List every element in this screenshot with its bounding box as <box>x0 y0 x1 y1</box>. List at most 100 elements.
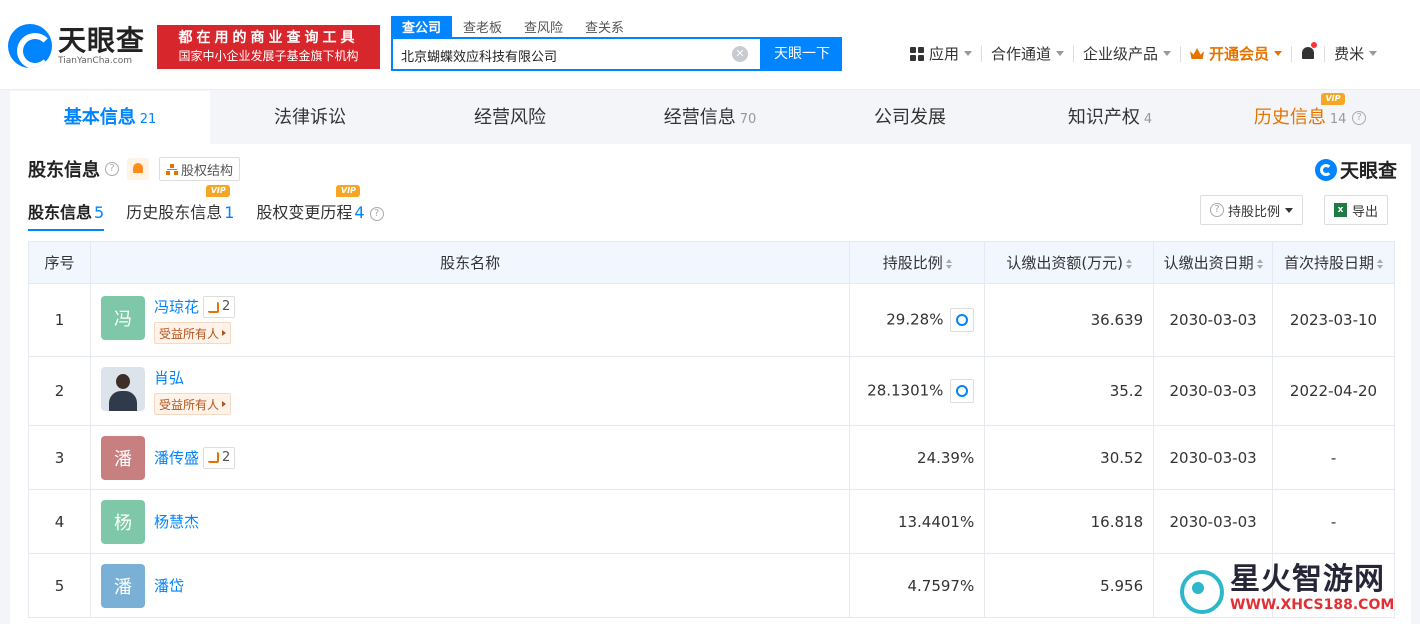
col-first-date[interactable]: 首次持股日期 <box>1272 241 1395 284</box>
col-ratio[interactable]: 持股比例 <box>849 241 986 284</box>
equity-structure-button[interactable]: 股权结构 <box>159 157 241 181</box>
tab-operation[interactable]: 经营信息 70 <box>610 91 810 144</box>
equity-structure-label: 股权结构 <box>181 163 234 179</box>
holding-ratio: 29.28% <box>886 310 944 329</box>
tab-count: 14 <box>1329 112 1347 127</box>
subtab-count: 4 <box>354 203 365 222</box>
tab-basic-info[interactable]: 基本信息 21 <box>10 91 210 144</box>
subscribed-date: 2030-03-03 <box>1153 425 1274 490</box>
col-date[interactable]: 认缴出资日期 <box>1153 241 1274 284</box>
tab-history[interactable]: VIP 历史信息 14 ? <box>1210 91 1410 144</box>
avatar[interactable]: 杨 <box>100 499 145 544</box>
tab-legal[interactable]: 法律诉讼 <box>210 91 410 144</box>
row-index: 3 <box>28 425 91 490</box>
ratio-filter-label: 持股比例 <box>1228 204 1281 220</box>
shareholder-name-link[interactable]: 杨慧杰 <box>154 511 199 533</box>
relation-count: 2 <box>221 449 231 465</box>
chevron-down-icon <box>964 51 973 56</box>
sort-icon[interactable] <box>1126 258 1133 269</box>
site-logo[interactable]: 天眼查 TianYanCha.com <box>8 24 145 68</box>
avatar[interactable]: 冯 <box>100 296 145 340</box>
ratio-filter-button[interactable]: ? 持股比例 <box>1200 195 1304 225</box>
pie-chart-icon[interactable] <box>950 308 975 332</box>
row-index: 4 <box>28 489 91 554</box>
col-index: 序号 <box>28 241 91 284</box>
shareholder-name-link[interactable]: 冯琼花 <box>154 296 199 318</box>
chevron-down-icon <box>1056 51 1065 56</box>
section-title-text: 股东信息 <box>28 160 100 181</box>
col-date-label: 认缴出资日期 <box>1163 254 1254 272</box>
tab-label: 经营风险 <box>474 107 546 128</box>
beneficiary-label: 受益所有人 <box>158 326 219 341</box>
nav-enterprise[interactable]: 企业级产品 <box>1083 43 1172 64</box>
subtab-label: 历史股东信息 <box>126 203 223 222</box>
subtab-shareholders[interactable]: 股东信息 5 <box>28 199 105 231</box>
tab-count: 21 <box>139 112 157 127</box>
shareholder-name-link[interactable]: 潘传盛 <box>154 447 199 469</box>
beneficiary-tag[interactable]: 受益所有人 <box>153 322 231 344</box>
shareholder-name-link[interactable]: 肖弘 <box>154 367 184 389</box>
nav-apps[interactable]: 应用 <box>910 43 973 64</box>
first-holding-date: 2023-03-10 <box>1272 283 1395 357</box>
tab-development[interactable]: 公司发展 <box>810 91 1010 144</box>
row-index: 2 <box>28 356 91 426</box>
nav-apps-label: 应用 <box>929 45 960 63</box>
watermark-title: 星火智游网 <box>1230 562 1385 597</box>
search-tab-boss[interactable]: 查老板 <box>452 16 513 37</box>
vip-badge: VIP <box>206 185 231 197</box>
search-button[interactable]: 天眼一下 <box>762 37 842 71</box>
help-icon[interactable]: ? <box>369 206 384 221</box>
relation-count: 2 <box>221 299 231 314</box>
user-menu[interactable]: 费米 <box>1334 43 1378 64</box>
avatar[interactable]: 潘 <box>100 435 145 480</box>
relation-button[interactable]: 2 <box>202 446 236 469</box>
tab-ip[interactable]: 知识产权 4 <box>1010 91 1210 144</box>
tab-risk[interactable]: 经营风险 <box>410 91 610 144</box>
search-tab-risk[interactable]: 查风险 <box>513 16 574 37</box>
relation-icon <box>207 301 219 313</box>
subscribed-amount: 36.639 <box>984 283 1155 357</box>
promo-banner[interactable]: 都在用的商业查询工具 国家中小企业发展子基金旗下机构 <box>157 25 380 69</box>
subtab-history-shareholders[interactable]: VIP 历史股东信息 1 <box>126 185 234 231</box>
excel-icon: x <box>1334 203 1347 217</box>
top-bar: 天眼查 TianYanCha.com 都在用的商业查询工具 国家中小企业发展子基… <box>0 0 1420 90</box>
section-title: 股东信息 ? 股权结构 <box>28 156 241 182</box>
vip-badge: VIP <box>336 185 361 197</box>
avatar[interactable]: 潘 <box>100 563 145 608</box>
bell-icon <box>1301 41 1318 62</box>
help-icon[interactable]: ? <box>105 162 119 176</box>
search-tab-company[interactable]: 查公司 <box>391 16 453 37</box>
tab-count: 70 <box>739 112 757 127</box>
chevron-down-icon <box>1274 51 1283 56</box>
bell-icon[interactable] <box>127 158 149 180</box>
shareholder-name-link[interactable]: 潘岱 <box>154 575 184 597</box>
beneficiary-label: 受益所有人 <box>158 397 219 412</box>
pie-chart-icon[interactable] <box>950 379 975 403</box>
beneficiary-tag[interactable]: 受益所有人 <box>153 393 231 415</box>
col-amount[interactable]: 认缴出资额(万元) <box>984 241 1155 284</box>
sort-icon[interactable] <box>1377 258 1384 269</box>
export-button[interactable]: x 导出 <box>1324 195 1389 225</box>
subtab-equity-changes[interactable]: VIP 股权变更历程 4 ? <box>256 185 384 231</box>
subscribed-amount: 30.52 <box>984 425 1155 490</box>
help-icon[interactable]: ? <box>1352 111 1367 125</box>
nav-partner[interactable]: 合作通道 <box>991 43 1065 64</box>
table-row: 2 肖弘 受益所有人 28.1301% 35.2 2030-03-03 2022… <box>28 356 1395 426</box>
brand-logo: 天眼查 <box>1314 156 1397 183</box>
logo-text: 天眼查 <box>58 24 146 57</box>
logo-icon <box>8 24 52 68</box>
search-tab-relation[interactable]: 查关系 <box>574 16 635 37</box>
notification-button[interactable] <box>1301 41 1318 62</box>
relation-button[interactable]: 2 <box>202 296 236 318</box>
avatar-photo[interactable] <box>100 367 145 411</box>
chevron-down-icon <box>1285 207 1294 213</box>
sort-icon[interactable] <box>1256 258 1263 269</box>
sort-icon[interactable] <box>945 258 952 269</box>
nav-vip[interactable]: 开通会员 <box>1190 43 1283 64</box>
holding-ratio: 28.1301% <box>867 381 944 400</box>
subtab-count: 5 <box>94 203 105 222</box>
clear-icon[interactable]: ✕ <box>732 46 748 62</box>
subscribed-date: 2030-03-03 <box>1153 489 1274 554</box>
search-input[interactable]: 北京蝴蝶效应科技有限公司 ✕ <box>391 37 762 71</box>
watermark: 星火智游网 WWW.XHCS188.COM <box>1170 560 1394 616</box>
